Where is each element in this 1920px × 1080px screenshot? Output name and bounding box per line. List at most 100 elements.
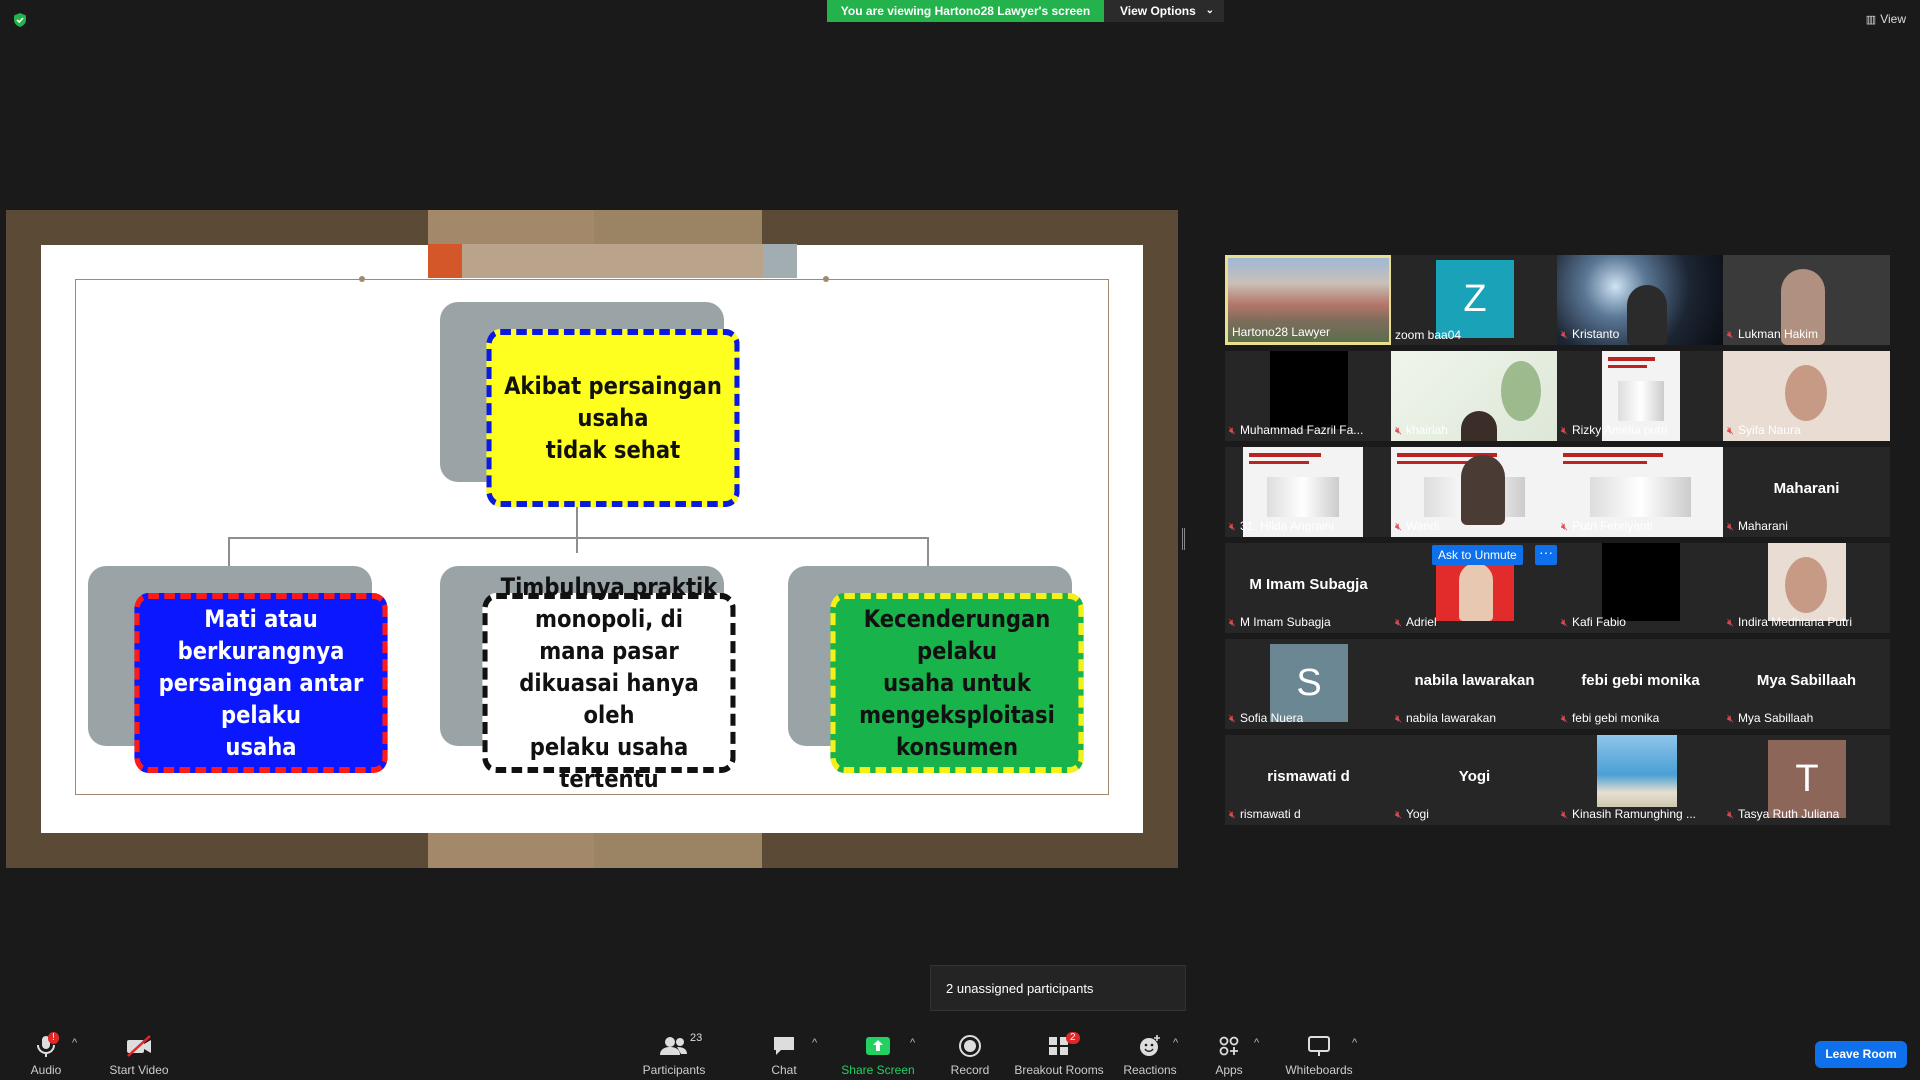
participant-tile[interactable]: S 🔇︎ Sofia Nuera xyxy=(1225,639,1392,729)
record-icon xyxy=(959,1035,981,1057)
participant-tile[interactable]: T 🔇︎ Tasya Ruth Juliana xyxy=(1723,735,1890,825)
muted-mic-icon: 🔇︎ xyxy=(1395,425,1402,437)
participants-count: 23 xyxy=(690,1032,703,1044)
participant-name-text: Kinasih Ramunghing ... xyxy=(1571,807,1697,821)
resize-handle[interactable] xyxy=(1182,528,1185,550)
participant-tile[interactable]: 🔇︎ Kafi Fabio xyxy=(1557,543,1724,633)
participant-tile[interactable]: M Imam Subagja 🔇︎ M Imam Subagja xyxy=(1225,543,1392,633)
person-silhouette xyxy=(1461,455,1505,525)
participant-name: 🔇︎ Sofia Nuera xyxy=(1229,711,1303,726)
whiteboard-icon xyxy=(1308,1036,1330,1056)
participant-name: 🔇︎ Tasya Ruth Juliana xyxy=(1727,807,1839,822)
participant-tile[interactable]: rismawati d 🔇︎ rismawati d xyxy=(1225,735,1392,825)
participant-tile[interactable]: Yogi 🔇︎ Yogi xyxy=(1391,735,1558,825)
node-text-line: konsumen xyxy=(895,733,1018,761)
participant-tile[interactable]: Hartono28 Lawyer xyxy=(1225,255,1392,345)
participant-name: 🔇︎ febi gebi monika xyxy=(1561,711,1659,726)
participant-tile[interactable]: 🔇︎ Kristanto xyxy=(1557,255,1724,345)
view-options-label: View Options xyxy=(1120,4,1196,18)
audio-alert-badge: ! xyxy=(48,1032,59,1044)
muted-mic-icon: 🔇︎ xyxy=(1229,425,1236,437)
node-text-line: Akibat persaingan usaha xyxy=(504,372,722,432)
participant-name: 🔇︎ Syifa Naura xyxy=(1727,423,1801,438)
leave-room-button[interactable]: Leave Room xyxy=(1815,1041,1907,1068)
video-feed xyxy=(1270,351,1348,429)
person-silhouette xyxy=(1627,285,1667,345)
slide-tab-orange xyxy=(428,244,462,278)
ask-to-unmute-button[interactable]: Ask to Unmute xyxy=(1432,545,1523,565)
encryption-shield-icon[interactable] xyxy=(12,12,28,28)
chat-button[interactable]: Chat xyxy=(764,1032,804,1077)
breakout-rooms-button[interactable]: 2 Breakout Rooms xyxy=(1014,1032,1104,1077)
view-options-button[interactable]: View Options ⌄ xyxy=(1104,0,1224,22)
participant-name-text: Adriel xyxy=(1405,615,1437,629)
participant-name-text: M Imam Subagja xyxy=(1239,615,1331,629)
participant-name-text: Kristanto xyxy=(1571,327,1620,341)
audio-options-caret[interactable]: ^ xyxy=(72,1037,77,1049)
apps-button[interactable]: Apps xyxy=(1209,1032,1249,1077)
participant-display-name: nabila lawarakan xyxy=(1414,672,1535,689)
participant-tile[interactable]: 🔇︎ Muhammad Fazril Fa... xyxy=(1225,351,1392,441)
chat-options-caret[interactable]: ^ xyxy=(812,1037,817,1049)
participant-tile[interactable]: Zzoom baa04 xyxy=(1391,255,1558,345)
viewing-screen-banner: You are viewing Hartono28 Lawyer's scree… xyxy=(827,0,1104,22)
participant-tile[interactable]: nabila lawarakan 🔇︎ nabila lawarakan xyxy=(1391,639,1558,729)
reactions-button[interactable]: Reactions xyxy=(1123,1032,1177,1077)
participant-name: 🔇︎ Kafi Fabio xyxy=(1561,615,1626,630)
participant-name-text: Hartono28 Lawyer xyxy=(1232,325,1331,339)
participant-tile[interactable]: Mya Sabillaah 🔇︎ Mya Sabillaah xyxy=(1723,639,1890,729)
node-text-line: Timbulnya praktik xyxy=(500,573,718,601)
share-options-caret[interactable]: ^ xyxy=(910,1037,915,1049)
node-text-line: persaingan antar pelaku xyxy=(158,669,364,729)
participant-tile[interactable]: Ask to Unmute ··· 🔇︎ Adriel xyxy=(1391,543,1558,633)
participant-name: 🔇︎ khairiah xyxy=(1395,423,1448,438)
participant-display-name: febi gebi monika xyxy=(1581,672,1700,689)
muted-mic-icon: 🔇︎ xyxy=(1561,809,1568,821)
participant-name: 🔇︎ Muhammad Fazril Fa... xyxy=(1229,423,1363,438)
participant-name-text: febi gebi monika xyxy=(1571,711,1660,725)
participant-tile[interactable]: 🔇︎ Syifa Naura xyxy=(1723,351,1890,441)
participant-tile[interactable]: 🔇︎ 31. Hilda Angraini xyxy=(1225,447,1392,537)
audio-button[interactable]: ! Audio xyxy=(26,1032,66,1077)
grid-view-icon: ▥ xyxy=(1865,14,1877,26)
participant-tile[interactable]: 🔇︎ Putri Febriyanti xyxy=(1557,447,1724,537)
view-button[interactable]: ▥ View xyxy=(1866,12,1906,26)
video-feed xyxy=(1597,735,1677,807)
participant-tile[interactable]: 🔇︎ Indira Medhiana Putri xyxy=(1723,543,1890,633)
muted-mic-icon: 🔇︎ xyxy=(1395,617,1402,629)
participant-name: 🔇︎ nabila lawarakan xyxy=(1395,711,1496,726)
node-text-line: usaha xyxy=(225,733,297,761)
participant-name-text: Indira Medhiana Putri xyxy=(1737,615,1853,629)
reactions-label: Reactions xyxy=(1123,1063,1177,1077)
muted-mic-icon: 🔇︎ xyxy=(1229,617,1236,629)
muted-mic-icon: 🔇︎ xyxy=(1727,617,1734,629)
participant-tile[interactable]: 🔇︎ khairiah xyxy=(1391,351,1558,441)
avatar: Z xyxy=(1436,260,1514,338)
participant-name: 🔇︎ rismawati d xyxy=(1229,807,1301,822)
whiteboards-button[interactable]: Whiteboards xyxy=(1280,1032,1358,1077)
apps-options-caret[interactable]: ^ xyxy=(1254,1037,1259,1049)
participants-button[interactable]: 23 Participants xyxy=(636,1032,712,1077)
connector-line xyxy=(927,537,929,567)
participant-tile[interactable]: 🔇︎ Wandi xyxy=(1391,447,1558,537)
participant-tile[interactable]: 🔇︎ Rizky Amelia putri xyxy=(1557,351,1724,441)
participant-tile[interactable]: Maharani 🔇︎ Maharani xyxy=(1723,447,1890,537)
start-video-button[interactable]: Start Video xyxy=(104,1032,174,1077)
muted-mic-icon: 🔇︎ xyxy=(1561,617,1568,629)
border-dot xyxy=(359,276,365,282)
participant-tile[interactable]: 🔇︎ Kinasih Ramunghing ... xyxy=(1557,735,1724,825)
participant-tile[interactable]: febi gebi monika 🔇︎ febi gebi monika xyxy=(1557,639,1724,729)
share-screen-button[interactable]: Share Screen xyxy=(838,1032,918,1077)
more-options-button[interactable]: ··· xyxy=(1535,545,1557,565)
whiteboards-options-caret[interactable]: ^ xyxy=(1352,1037,1357,1049)
border-dot xyxy=(823,276,829,282)
person-silhouette xyxy=(1461,411,1497,441)
participant-tile[interactable]: 🔇︎ Lukman Hakim xyxy=(1723,255,1890,345)
view-label: View xyxy=(1880,12,1906,26)
participant-name-text: Putri Febriyanti xyxy=(1571,519,1653,533)
unassigned-participants-popup[interactable]: 2 unassigned participants xyxy=(930,965,1186,1011)
record-button[interactable]: Record xyxy=(945,1032,995,1077)
chat-label: Chat xyxy=(771,1063,797,1077)
reactions-options-caret[interactable]: ^ xyxy=(1173,1037,1178,1049)
presentation-slide: Akibat persaingan usaha tidak sehat Mati … xyxy=(41,244,1143,833)
